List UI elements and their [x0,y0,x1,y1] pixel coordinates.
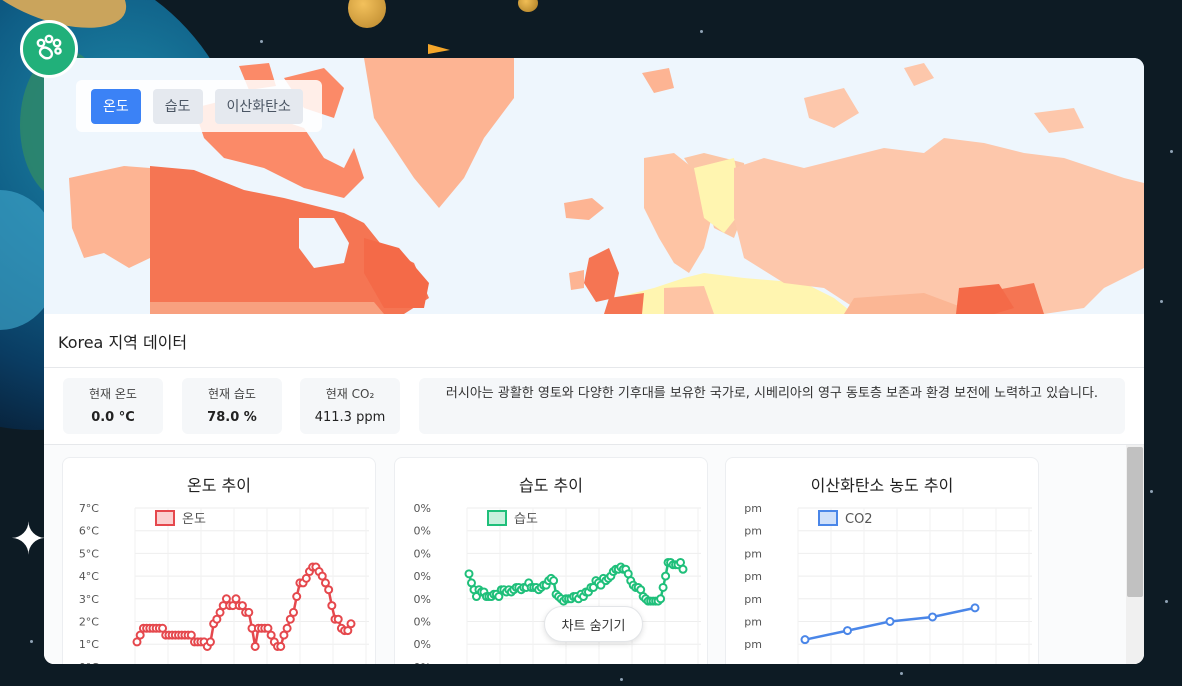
map-region-alaska [69,166,150,268]
tab-co2[interactable]: 이산화탄소 [214,88,303,124]
data-point[interactable] [282,623,292,633]
data-point[interactable] [244,607,254,617]
y-tick-label: pm [744,547,762,560]
data-point[interactable] [289,607,299,617]
y-tick-label: pm [744,525,762,538]
data-point[interactable] [843,626,852,636]
data-point[interactable] [658,582,668,592]
y-tick-label: 0°C [79,661,99,664]
data-point[interactable] [327,601,337,611]
y-tick-label: 0% [414,502,431,515]
y-tick-label: 0% [414,661,431,664]
y-tick-label: 2°C [79,616,99,629]
y-tick-label: 7°C [79,502,99,515]
stat-value: 78.0 % [207,410,257,425]
data-point[interactable] [205,637,215,647]
data-point[interactable] [346,619,356,629]
legend-label: CO2 [845,512,873,527]
stat-label: 현재 온도 [89,387,137,401]
region-title: Korea 지역 데이터 [44,314,1144,368]
planet-illustration [348,0,386,28]
data-point[interactable] [678,564,688,574]
tab-temperature[interactable]: 온도 [91,88,141,124]
co2-chart: 이산화탄소 농도 추이 pm pm pm pm pm pm pm pm CO2 [725,457,1039,664]
y-tick-label: 0% [414,593,431,606]
paw-icon [32,30,66,68]
map-region-uk [584,248,619,302]
chart-svg: pm pm pm pm pm pm pm pm CO2 [744,502,1032,664]
y-tick-label: pm [744,616,762,629]
planet-illustration [518,0,538,12]
y-tick-label: 6°C [79,525,99,538]
y-tick-label: pm [744,661,762,664]
data-point[interactable] [292,592,302,602]
main-card: 온도 습도 이산화탄소 Korea 지역 데이터 현재 온도 0.0 °C 현재… [44,58,1144,664]
map-region-iceland [564,198,604,220]
legend-swatch [487,510,507,526]
world-map[interactable]: 온도 습도 이산화탄소 [44,58,1144,314]
temperature-chart: 온도 추이 7°C 6°C 5°C 4°C 3°C 2°C 1°C 0°C 온도 [62,457,376,664]
data-point[interactable] [276,641,286,651]
scrollbar[interactable] [1126,445,1144,664]
stat-temperature: 현재 온도 0.0 °C [63,378,163,434]
y-tick-label: 0% [414,616,431,629]
legend-swatch [818,510,838,526]
stat-co2: 현재 CO₂ 411.3 ppm [300,378,400,434]
stat-value: 411.3 ppm [314,410,386,425]
logo[interactable] [20,20,78,78]
y-tick-label: pm [744,593,762,606]
y-tick-label: 0% [414,638,431,651]
chart-svg: 7°C 6°C 5°C 4°C 3°C 2°C 1°C 0°C 온도 [79,502,369,664]
hide-chart-button[interactable]: 차트 숨기기 [544,606,643,642]
legend-label: 온도 [182,512,206,527]
charts-panel: 온도 추이 7°C 6°C 5°C 4°C 3°C 2°C 1°C 0°C 온도 습도 추이 0… [44,445,1144,664]
scrollbar-thumb[interactable] [1127,447,1143,597]
data-point[interactable] [970,603,980,613]
comet-illustration [428,44,450,54]
y-tick-label: 5°C [79,547,99,560]
data-point[interactable] [333,614,343,624]
data-point[interactable] [464,569,474,579]
data-point[interactable] [250,641,260,651]
y-tick-label: 3°C [79,593,99,606]
y-tick-label: 4°C [79,570,99,583]
data-point[interactable] [656,594,666,604]
tab-humidity[interactable]: 습도 [152,88,203,124]
data-point[interactable] [885,617,895,626]
y-tick-label: pm [744,502,762,515]
data-point[interactable] [549,576,559,586]
stat-value: 0.0 °C [91,410,135,425]
stat-label: 현재 CO₂ [325,387,375,401]
stat-label: 현재 습도 [208,387,256,401]
y-tick-label: 1°C [79,638,99,651]
stats-row: 현재 온도 0.0 °C 현재 습도 78.0 % 현재 CO₂ 411.3 p… [44,368,1144,445]
map-region-greenland [364,58,514,208]
data-point[interactable] [800,635,810,645]
legend-swatch [155,510,175,526]
region-description: 러시아는 광활한 영토와 다양한 기후대를 보유한 국가로, 시베리아의 영구 … [419,378,1125,434]
data-point[interactable] [661,571,671,581]
y-tick-label: pm [744,638,762,651]
y-tick-label: 0% [414,525,431,538]
stat-humidity: 현재 습도 78.0 % [182,378,282,434]
data-point[interactable] [928,612,937,622]
data-point[interactable] [324,585,334,595]
legend-label: 습도 [514,512,538,527]
y-tick-label: 0% [414,547,431,560]
metric-tabs: 온도 습도 이산화탄소 [76,80,322,132]
y-tick-label: 0% [414,570,431,583]
y-tick-label: pm [744,570,762,583]
